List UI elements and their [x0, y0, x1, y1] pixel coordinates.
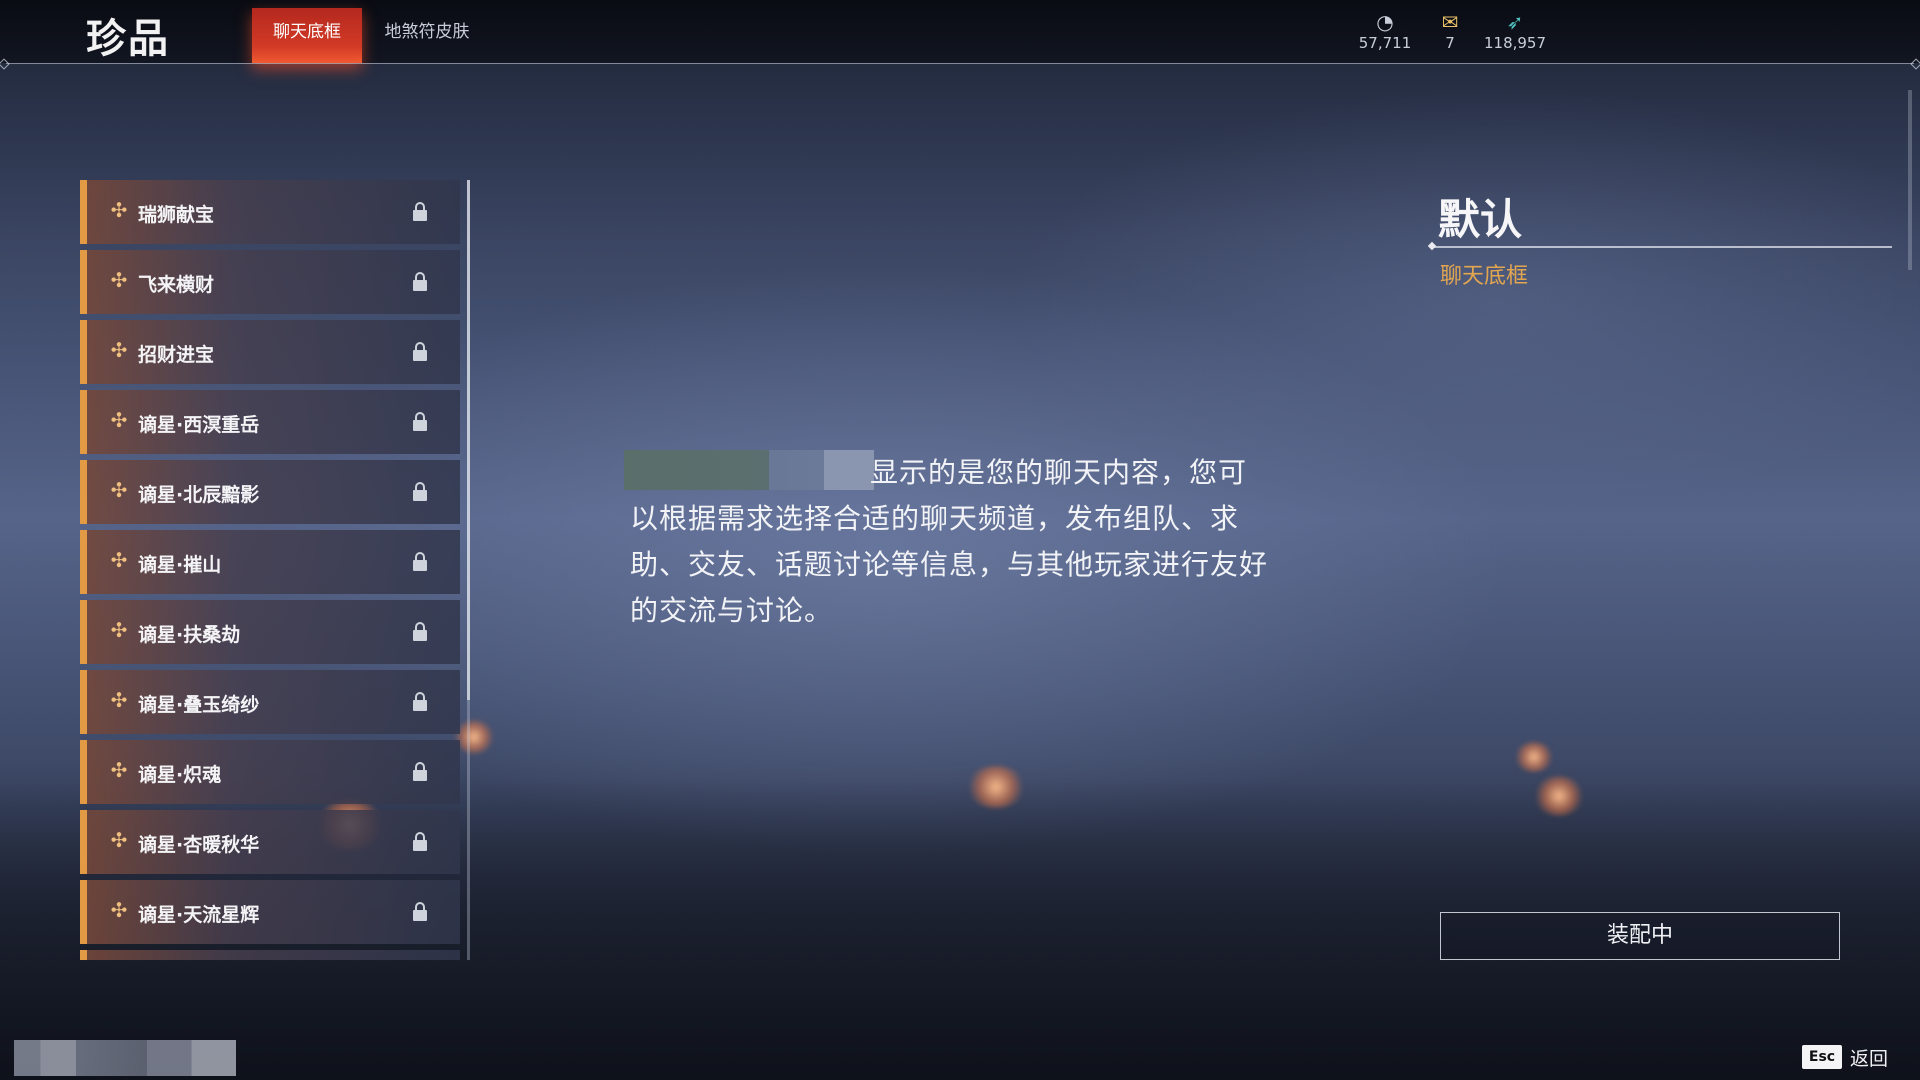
- item-badge-icon: ✣: [110, 618, 128, 642]
- list-item[interactable]: ✣ 谪星·摧山: [80, 530, 460, 594]
- tab-talisman-skin[interactable]: 地煞符皮肤: [372, 8, 482, 63]
- list-item[interactable]: ✣ 飞来横财: [80, 250, 460, 314]
- list-item-label: 瑞狮献宝: [138, 204, 215, 226]
- list-item[interactable]: ✣ 谪星·西溟重岳: [80, 390, 460, 454]
- currency-moon-coin: ◔ 57,711: [1355, 10, 1415, 52]
- list-scrollbar[interactable]: [467, 180, 470, 960]
- item-badge-icon: ✣: [110, 688, 128, 712]
- list-item[interactable]: ✣ 瑞狮献宝: [80, 180, 460, 244]
- esc-key-hint[interactable]: Esc: [1802, 1045, 1842, 1069]
- lock-icon: [413, 482, 427, 502]
- item-badge-icon: ✣: [110, 478, 128, 502]
- currency-ticket: ✉ 7: [1430, 10, 1470, 52]
- redacted-player-id: [14, 1040, 236, 1076]
- chat-preview-line-1: 显示的是您的聊天内容，您可: [870, 456, 1248, 489]
- lock-icon: [413, 342, 427, 362]
- list-scrollbar-thumb[interactable]: [467, 180, 470, 700]
- item-badge-icon: ✣: [110, 198, 128, 222]
- tab-chat-frame[interactable]: 聊天底框: [252, 8, 362, 63]
- lock-icon: [413, 202, 427, 222]
- lock-icon: [413, 762, 427, 782]
- selected-item-name: 默认: [1438, 195, 1523, 244]
- currency-feather: ➶ 118,957: [1482, 10, 1548, 52]
- lantern-light: [454, 720, 494, 754]
- chat-frame-list[interactable]: ✣ 瑞狮献宝 ✣ 飞来横财 ✣ 招财进宝 ✣ 谪星·西溟重岳 ✣ 谪星·北辰黯影…: [80, 180, 460, 960]
- page-title: 珍品: [86, 16, 170, 62]
- lock-icon: [413, 272, 427, 292]
- list-item[interactable]: ✣ 谪星·叠玉绮纱: [80, 670, 460, 734]
- lantern-light: [966, 766, 1026, 808]
- currency-value: 118,957: [1483, 34, 1547, 52]
- detail-divider: [1432, 246, 1892, 248]
- list-item-label: 谪星·摧山: [138, 554, 222, 576]
- lock-icon: [413, 622, 427, 642]
- item-badge-icon: ✣: [110, 548, 128, 572]
- lantern-light: [1534, 776, 1584, 816]
- chat-preview-rest: 以根据需求选择合适的聊天频道，发布组队、求助、交友、话题讨论等信息，与其他玩家进…: [630, 502, 1269, 627]
- list-item-label: 谪星·杏暖秋华: [138, 834, 260, 856]
- equipped-button[interactable]: 装配中: [1440, 912, 1840, 960]
- item-badge-icon: ✣: [110, 338, 128, 362]
- list-item[interactable]: ✣ 谪星·炽魂: [80, 740, 460, 804]
- list-item[interactable]: ✣ 谪星·北辰黯影: [80, 460, 460, 524]
- lock-icon: [413, 692, 427, 712]
- list-item-label: 谪星·北辰黯影: [138, 484, 260, 506]
- list-item-label: 飞来横财: [138, 274, 215, 296]
- feather-icon: ➶: [1506, 10, 1524, 34]
- lock-icon: [413, 412, 427, 432]
- item-badge-icon: ✣: [110, 268, 128, 292]
- lock-icon: [413, 552, 427, 572]
- lantern-light: [1514, 742, 1554, 772]
- list-item-label: 谪星·天流星辉: [138, 904, 260, 926]
- list-item-label: 招财进宝: [138, 344, 215, 366]
- detail-scrollbar[interactable]: [1908, 90, 1912, 270]
- list-item-label: 谪星·西溟重岳: [138, 414, 260, 436]
- item-badge-icon: ✣: [110, 408, 128, 432]
- list-item[interactable]: ✣ 谪星·扶桑劫: [80, 600, 460, 664]
- item-badge-icon: ✣: [110, 828, 128, 852]
- list-item[interactable]: ✣ 谪星·杏暖秋华: [80, 810, 460, 874]
- scroll-ticket-icon: ✉: [1441, 10, 1459, 34]
- chat-preview-text: 显示的是您的聊天内容，您可 以根据需求选择合适的聊天频道，发布组队、求助、交友、…: [630, 450, 1270, 634]
- lock-icon: [413, 902, 427, 922]
- currency-value: 57,711: [1358, 34, 1412, 52]
- item-badge-icon: ✣: [110, 758, 128, 782]
- moon-coin-icon: ◔: [1376, 10, 1394, 34]
- lock-icon: [413, 832, 427, 852]
- list-item[interactable]: ✣ 招财进宝: [80, 320, 460, 384]
- header-divider: [6, 63, 1914, 64]
- top-bar: 珍品 聊天底框 地煞符皮肤 ◔ 57,711 ✉ 7 ➶ 118,957: [0, 0, 1920, 63]
- list-item-partial[interactable]: [80, 950, 460, 960]
- list-item-label: 谪星·叠玉绮纱: [138, 694, 260, 716]
- list-item-label: 谪星·扶桑劫: [138, 624, 241, 646]
- list-item-label: 谪星·炽魂: [138, 764, 222, 786]
- list-item[interactable]: ✣ 谪星·天流星辉: [80, 880, 460, 944]
- item-badge-icon: ✣: [110, 898, 128, 922]
- currency-value: 7: [1445, 34, 1455, 52]
- back-button[interactable]: 返回: [1850, 1044, 1888, 1071]
- selected-item-category: 聊天底框: [1440, 264, 1529, 289]
